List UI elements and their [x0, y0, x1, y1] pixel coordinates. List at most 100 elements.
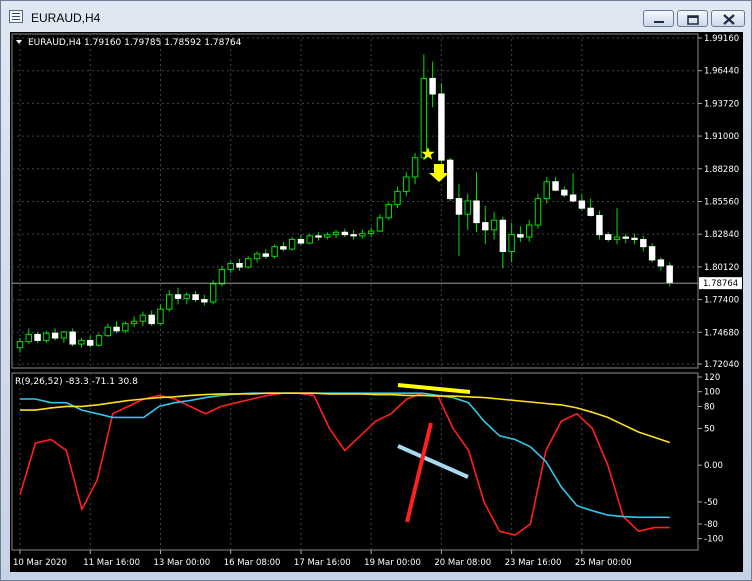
bear-candle — [666, 265, 673, 284]
indicator-lines — [19, 392, 670, 536]
maximize-button[interactable] — [677, 10, 708, 27]
time-tick-label: 16 Mar 08:00 — [224, 558, 281, 568]
bull-candle — [420, 77, 428, 159]
bull-candle — [394, 190, 401, 206]
indicator-tick-label: 50 — [704, 424, 715, 434]
bear-candle — [201, 299, 208, 303]
grid — [11, 33, 699, 551]
price-tick-label: 1.91000 — [704, 132, 739, 142]
bull-candle — [43, 332, 50, 341]
bear-candle — [552, 181, 559, 191]
bull-candle — [376, 217, 384, 232]
bear-candle — [517, 234, 524, 238]
price-tick-label: 1.88280 — [704, 165, 739, 175]
bear-candle — [87, 339, 94, 346]
candles — [16, 54, 673, 353]
bear-candle — [148, 314, 155, 325]
title-bar[interactable]: EURAUD,H4 — [1, 1, 751, 31]
trendline-down-drawing — [397, 444, 469, 479]
chart-canvas[interactable]: 1.99160 1.96440 1.93720 1.91000 1.88280 1.855… — [10, 32, 743, 572]
minimize-icon — [654, 21, 664, 23]
bear-candle — [34, 333, 41, 341]
time-tick-label: 23 Mar 16:00 — [505, 558, 562, 568]
minimize-button[interactable] — [643, 10, 674, 27]
price-frame — [11, 33, 699, 369]
bull-candle — [227, 263, 234, 271]
bull-candle — [104, 326, 112, 337]
restore-icon — [687, 15, 699, 25]
bear-candle — [604, 234, 612, 240]
bear-candle — [455, 198, 463, 215]
bull-candle — [411, 157, 419, 178]
bull-candle — [403, 176, 410, 192]
indicator-frame — [11, 372, 699, 551]
bear-candle — [482, 222, 489, 231]
bull-candle — [218, 269, 226, 285]
bull-candle — [60, 331, 68, 339]
price-tick-label: 1.72040 — [704, 360, 739, 370]
bull-candle — [95, 335, 103, 346]
bear-candle — [596, 214, 603, 236]
price-tick-label: 1.85560 — [704, 197, 739, 207]
bear-candle — [350, 234, 357, 237]
price-tick-label: 1.80120 — [704, 263, 739, 273]
bull-candle — [508, 234, 515, 252]
bear-candle — [341, 231, 349, 236]
bear-candle — [69, 331, 76, 345]
axes: 1.99160 1.96440 1.93720 1.91000 1.88280 1.855… — [12, 34, 742, 568]
bull-candle — [183, 294, 191, 299]
window-title: EURAUD,H4 — [31, 11, 101, 25]
bear-candle — [192, 294, 199, 301]
trendline-up-drawing — [405, 422, 433, 523]
dropdown-triangle-icon — [16, 40, 22, 44]
bull-candle — [490, 219, 498, 231]
time-tick-label: 19 Mar 00:00 — [364, 558, 421, 568]
indicator-tick-label: 120 — [704, 373, 720, 383]
bull-candle — [367, 230, 375, 234]
bull-candle — [613, 236, 621, 240]
price-tick-label: 1.99160 — [704, 34, 739, 44]
bull-candle — [543, 181, 550, 200]
bear-candle — [174, 294, 182, 299]
bear-candle — [315, 235, 322, 238]
bear-candle — [236, 263, 243, 268]
bear-candle — [446, 159, 454, 200]
bull-candle — [78, 339, 85, 345]
bear-candle — [631, 237, 638, 240]
indicator-tick-label: -100 — [704, 535, 723, 545]
bull-candle — [253, 253, 261, 260]
bear-candle — [587, 207, 594, 216]
close-button[interactable] — [711, 10, 745, 27]
close-icon — [723, 14, 735, 25]
bull-candle — [534, 198, 542, 226]
chart-area[interactable]: 1.99160 1.96440 1.93720 1.91000 1.88280 1.855… — [10, 32, 743, 572]
indicator-header: R(9,26,52) -83.3 -71.1 30.8 — [15, 377, 138, 387]
time-tick-label: 25 Mar 00:00 — [575, 558, 632, 568]
time-tick-label: 20 Mar 08:00 — [434, 558, 491, 568]
chart-window-icon[interactable] — [9, 10, 23, 23]
bull-candle — [385, 204, 392, 219]
bear-candle — [640, 238, 647, 248]
price-tick-label: 1.82840 — [704, 230, 739, 240]
bull-candle — [209, 283, 217, 303]
bear-candle — [648, 246, 656, 261]
bull-candle — [139, 314, 147, 322]
time-tick-label: 11 Mar 16:00 — [83, 558, 140, 568]
bull-candle — [271, 246, 278, 257]
bear-candle — [499, 219, 507, 252]
bull-candle — [332, 231, 340, 236]
bear-candle — [657, 259, 665, 267]
bear-candle — [622, 236, 629, 239]
bull-candle — [359, 232, 366, 237]
indicator-tick-label: 0.00 — [704, 461, 723, 471]
bull-candle — [122, 323, 129, 332]
time-tick-label: 17 Mar 16:00 — [294, 558, 351, 568]
price-tick-label: 1.93720 — [704, 99, 739, 109]
bear-candle — [51, 332, 59, 339]
bear-candle — [429, 77, 436, 95]
price-chart-header: EURAUD,H4 1.79160 1.79785 1.78592 1.7876… — [28, 38, 242, 48]
bear-candle — [438, 93, 445, 161]
bull-candle — [16, 341, 24, 349]
bull-candle — [288, 238, 296, 250]
down-arrow-icon — [429, 164, 449, 182]
